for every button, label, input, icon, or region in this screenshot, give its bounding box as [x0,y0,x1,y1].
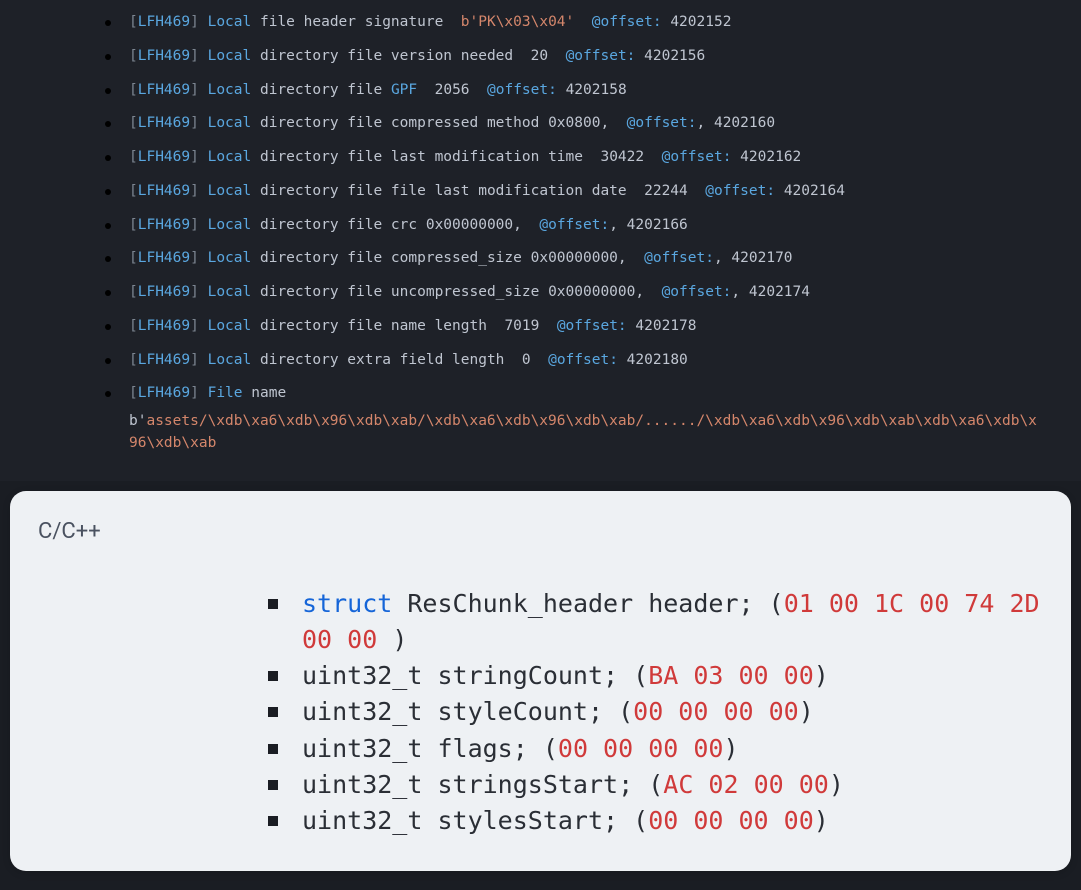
bullet-icon [105,324,111,330]
bullet-icon [105,358,111,364]
code-card: C/C++ struct ResChunk_header header; (01… [10,491,1071,872]
log-entry: [LFH469] Local file header signature b'P… [20,6,1061,40]
bullet-icon [105,290,111,296]
log-text: [LFH469] Local directory file name lengt… [129,316,1061,338]
struct-field: uint32_t flags; (00 00 00 00) [268,731,1043,767]
bullet-icon [105,256,111,262]
square-bullet-icon [268,707,278,717]
struct-field: uint32_t stylesStart; (00 00 00 00) [268,803,1043,839]
struct-text: uint32_t styleCount; (00 00 00 00) [302,694,1043,730]
log-entry: [LFH469] Local directory file last modif… [20,141,1061,175]
square-bullet-icon [268,816,278,826]
log-text: [LFH469] Local directory file crc 0x0000… [129,215,1061,237]
log-entry: [LFH469] Local directory file file last … [20,175,1061,209]
struct-text: uint32_t stringsStart; (AC 02 00 00) [302,767,1043,803]
log-entry: [LFH469] Local directory file uncompress… [20,276,1061,310]
log-entry: [LFH469] Local directory file GPF 2056 @… [20,74,1061,108]
log-text: [LFH469] Local directory file uncompress… [129,282,1061,304]
struct-field: struct ResChunk_header header; (01 00 1C… [268,586,1043,659]
bullet-icon [105,223,111,229]
struct-text: uint32_t stringCount; (BA 03 00 00) [302,658,1043,694]
log-entry: [LFH469] Local directory file name lengt… [20,310,1061,344]
square-bullet-icon [268,780,278,790]
log-text: [LFH469] Local directory extra field len… [129,350,1061,372]
square-bullet-icon [268,744,278,754]
log-panel: [LFH469] Local file header signature b'P… [0,0,1081,481]
struct-text: uint32_t flags; (00 00 00 00) [302,731,1043,767]
bullet-icon [105,121,111,127]
struct-field: uint32_t stringsStart; (AC 02 00 00) [268,767,1043,803]
bullet-icon [105,155,111,161]
log-text: [LFH469] Local directory file GPF 2056 @… [129,80,1061,102]
log-entry: [LFH469] Local directory file crc 0x0000… [20,209,1061,243]
bullet-icon [105,54,111,60]
log-text: [LFH469] File name b'assets/\xdb\xa6\xdb… [129,383,1061,454]
log-text: [LFH469] Local file header signature b'P… [129,12,1061,34]
log-entry: [LFH469] Local directory file compressed… [20,107,1061,141]
log-text: [LFH469] Local directory file compressed… [129,113,1061,135]
struct-text: uint32_t stylesStart; (00 00 00 00) [302,803,1043,839]
log-entry: [LFH469] File name b'assets/\xdb\xa6\xdb… [20,377,1061,460]
bullet-icon [105,391,111,397]
log-text: [LFH469] Local directory file version ne… [129,46,1061,68]
log-text: [LFH469] Local directory file compressed… [129,248,1061,270]
struct-list: struct ResChunk_header header; (01 00 1C… [268,586,1043,840]
square-bullet-icon [268,599,278,609]
log-text: [LFH469] Local directory file last modif… [129,147,1061,169]
struct-field: uint32_t styleCount; (00 00 00 00) [268,694,1043,730]
log-list: [LFH469] Local file header signature b'P… [20,6,1061,461]
bullet-icon [105,189,111,195]
language-label: C/C++ [38,519,1043,544]
log-text: [LFH469] Local directory file file last … [129,181,1061,203]
log-entry: [LFH469] Local directory extra field len… [20,344,1061,378]
struct-text: struct ResChunk_header header; (01 00 1C… [302,586,1043,659]
bullet-icon [105,20,111,26]
log-entry: [LFH469] Local directory file compressed… [20,242,1061,276]
bullet-icon [105,88,111,94]
log-entry: [LFH469] Local directory file version ne… [20,40,1061,74]
filename-bytes: b'assets/\xdb\xa6\xdb\x96\xdb\xab/\xdb\x… [129,411,1041,455]
square-bullet-icon [268,671,278,681]
struct-field: uint32_t stringCount; (BA 03 00 00) [268,658,1043,694]
